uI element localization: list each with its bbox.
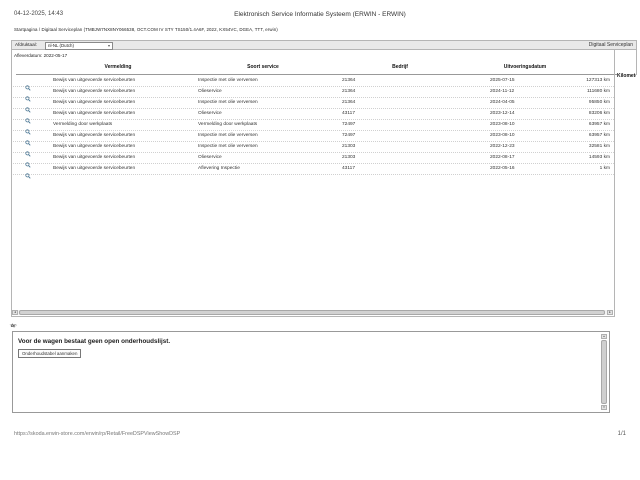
- cell-soort-service: Inspectie met olie verversen: [198, 78, 258, 83]
- cell-soort-service: Aflevering Inspectie: [198, 166, 240, 171]
- container-left-border: [11, 49, 12, 317]
- cell-bedrijf: 21303: [342, 144, 355, 149]
- cell-vermelding: Bewijs van uitgevoerde servicebeurten: [53, 155, 135, 160]
- horizontal-scrollbar[interactable]: ◂ ▸: [12, 310, 613, 315]
- page-indicator: 1/1: [618, 431, 626, 437]
- cell-kilometerstand: 63957 km: [589, 133, 610, 138]
- table-row: Bewijs van uitgevoerde servicebeurten In…: [11, 76, 614, 87]
- table-body: Bewijs van uitgevoerde servicebeurten In…: [11, 76, 614, 175]
- footer-url: https://skoda.erwin-store.com/erwin/rp/R…: [14, 431, 180, 437]
- cell-kilometerstand: 83206 km: [589, 111, 610, 116]
- cell-soort-service: Olieservice: [198, 89, 222, 94]
- delivery-date-value: 2022-05-17: [44, 53, 68, 58]
- container-bottom-border: [11, 316, 615, 317]
- print-language-label: Afdruktaal:: [15, 41, 37, 49]
- table-row: Bewijs van uitgevoerde servicebeurten In…: [11, 131, 614, 142]
- cell-bedrijf: 43117: [342, 111, 355, 116]
- cell-uitvoeringsdatum: 2023-08-10: [490, 133, 515, 138]
- container-right-border: [636, 49, 637, 75]
- cell-uitvoeringsdatum: 2022-05-16: [490, 166, 515, 171]
- no-open-maintenance-message: Voor de wagen bestaat geen open onderhou…: [18, 338, 170, 345]
- cell-soort-service: Inspectie met olie verversen: [198, 144, 258, 149]
- cell-soort-service: Inspectie met olie verversen: [198, 100, 258, 105]
- cell-soort-service: Olieservice: [198, 155, 222, 160]
- cell-uitvoeringsdatum: 2025-07-15: [490, 78, 515, 83]
- cell-vermelding: Vermelding door werkplaats: [53, 122, 112, 127]
- cell-uitvoeringsdatum: 2024-04-05: [490, 100, 515, 105]
- cell-bedrijf: 21364: [342, 78, 355, 83]
- cell-soort-service: Inspectie met olie verversen: [198, 133, 258, 138]
- column-header-vermelding: Vermelding: [105, 64, 132, 70]
- serviceplan-container: Afdruktaal: nl-NL (Dutch) ▾ Digitaal Ser…: [11, 40, 637, 317]
- table-row: Vermelding door werkplaats Vermelding do…: [11, 120, 614, 131]
- header-divider: [16, 74, 617, 75]
- cell-vermelding: Bewijs van uitgevoerde servicebeurten: [53, 111, 135, 116]
- cell-vermelding: Bewijs van uitgevoerde servicebeurten: [53, 144, 135, 149]
- cell-bedrijf: 43117: [342, 166, 355, 171]
- cell-soort-service: Vermelding door werkplaats: [198, 122, 257, 127]
- cell-soort-service: Olieservice: [198, 111, 222, 116]
- magnifier-icon[interactable]: [25, 166, 31, 184]
- cell-bedrijf: 72497: [342, 122, 355, 127]
- cell-kilometerstand: 32581 km: [589, 144, 610, 149]
- table-right-border: [614, 49, 615, 316]
- cell-vermelding: Bewijs van uitgevoerde servicebeurten: [53, 100, 135, 105]
- breadcrumb: Startpagina / Digitaal Serviceplan (TMBJ…: [14, 27, 278, 32]
- digitaal-serviceplan-label: Digitaal Serviceplan: [589, 41, 633, 50]
- cell-vermelding: Bewijs van uitgevoerde servicebeurten: [53, 89, 135, 94]
- cell-bedrijf: 72497: [342, 133, 355, 138]
- table-row: Bewijs van uitgevoerde servicebeurten Ol…: [11, 109, 614, 120]
- chevron-down-icon: ▾: [108, 43, 110, 49]
- table-row: Bewijs van uitgevoerde servicebeurten In…: [11, 98, 614, 109]
- scroll-left-arrow-icon[interactable]: ◂: [12, 310, 18, 315]
- cell-bedrijf: 21364: [342, 89, 355, 94]
- cell-kilometerstand: 95850 km: [589, 100, 610, 105]
- column-header-uitvoeringsdatum: Uitvoeringsdatum: [504, 64, 547, 70]
- print-language-value: nl-NL (Dutch): [48, 43, 74, 48]
- scroll-right-arrow-icon[interactable]: ▸: [607, 310, 613, 315]
- column-header-bedrijf: Bedrijf: [392, 64, 408, 70]
- cell-uitvoeringsdatum: 2022-12-23: [490, 144, 515, 149]
- cell-kilometerstand: 1 km: [600, 166, 610, 171]
- table-row: Bewijs van uitgevoerde servicebeurten Af…: [11, 164, 614, 175]
- cell-kilometerstand: 14593 km: [589, 155, 610, 160]
- cell-kilometerstand: 111680 km: [587, 89, 610, 94]
- vertical-scrollbar-thumb[interactable]: [601, 340, 607, 404]
- cell-uitvoeringsdatum: 2022-08-17: [490, 155, 515, 160]
- tabs: Bewijs van uitgevoerde servicebeurten (D…: [12, 318, 15, 331]
- table-row: Bewijs van uitgevoerde servicebeurten In…: [11, 142, 614, 153]
- scroll-down-arrow-icon[interactable]: ▾: [601, 405, 607, 410]
- vertical-scrollbar[interactable]: ▴ ▾: [601, 334, 607, 410]
- cell-vermelding: Bewijs van uitgevoerde servicebeurten: [53, 166, 135, 171]
- column-header-soort-service: Soort service: [247, 64, 279, 70]
- tab-label: Vermelding werkplaats: [0, 323, 50, 328]
- cell-kilometerstand: 63957 km: [589, 122, 610, 127]
- delivery-date-label: Afleverdatum:: [14, 53, 42, 58]
- delivery-date: Afleverdatum: 2022-05-17: [14, 53, 67, 58]
- cell-bedrijf: 21364: [342, 100, 355, 105]
- page-title: Elektronisch Service Informatie Systeem …: [0, 11, 640, 18]
- table-row: Bewijs van uitgevoerde servicebeurten Ol…: [11, 87, 614, 98]
- cell-bedrijf: 21303: [342, 155, 355, 160]
- scroll-up-arrow-icon[interactable]: ▴: [601, 334, 607, 339]
- cell-uitvoeringsdatum: 2023-12-14: [490, 111, 515, 116]
- cell-vermelding: Bewijs van uitgevoerde servicebeurten: [53, 78, 135, 83]
- print-language-select[interactable]: nl-NL (Dutch) ▾: [45, 42, 113, 50]
- create-maintenance-table-button[interactable]: Onderhoudstabel aanmaken: [18, 349, 81, 358]
- tab-content-panel: Voor de wagen bestaat geen open onderhou…: [12, 331, 610, 413]
- cell-vermelding: Bewijs van uitgevoerde servicebeurten: [53, 133, 135, 138]
- table-row: Bewijs van uitgevoerde servicebeurten Ol…: [11, 153, 614, 164]
- cell-uitvoeringsdatum: 2024-11-12: [490, 89, 514, 94]
- cell-kilometerstand: 127313 km: [586, 78, 610, 83]
- toolbar: Afdruktaal: nl-NL (Dutch) ▾ Digitaal Ser…: [11, 40, 637, 50]
- column-header-kilometerstand: Kilometerstand: [617, 64, 636, 82]
- horizontal-scrollbar-thumb[interactable]: [19, 310, 605, 315]
- cell-uitvoeringsdatum: 2023-08-10: [490, 122, 515, 127]
